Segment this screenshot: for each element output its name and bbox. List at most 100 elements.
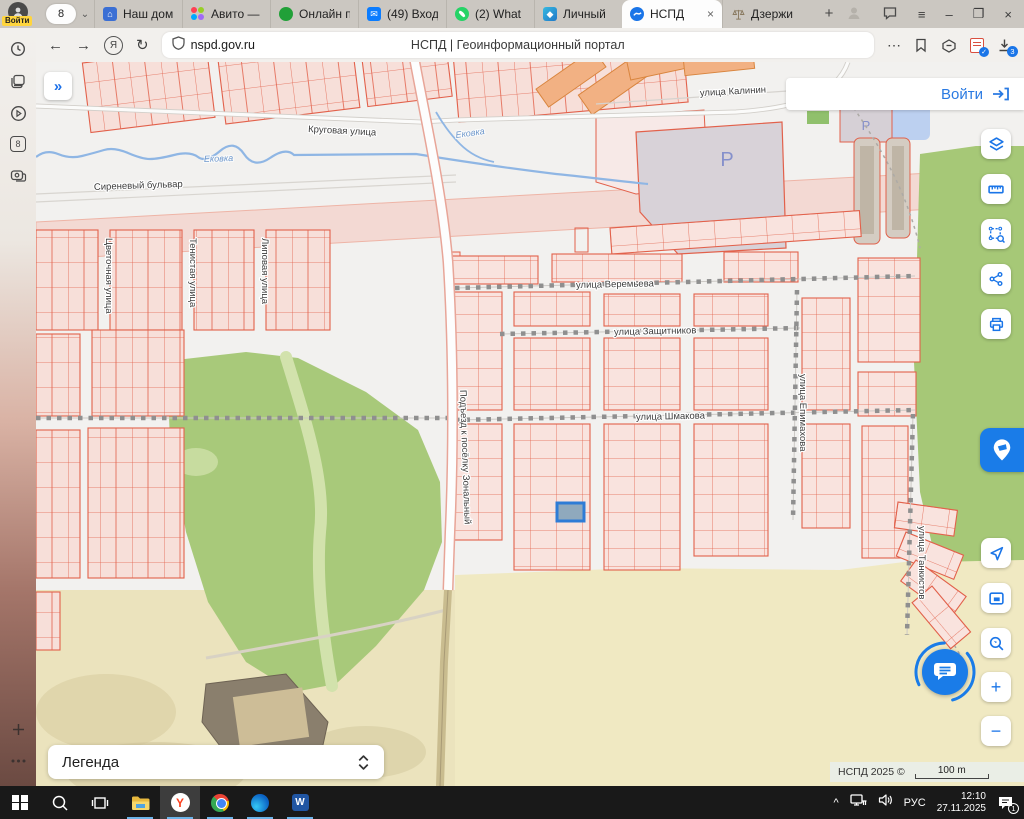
bookmark-icon[interactable] [914, 38, 928, 53]
area-search-icon [988, 226, 1005, 243]
avito-icon [191, 7, 205, 21]
window-close-button[interactable]: × [1004, 7, 1012, 22]
task-view-icon [91, 795, 109, 811]
tab-avito[interactable]: Авито — [182, 0, 270, 28]
history-icon[interactable] [9, 40, 27, 58]
new-tab-button[interactable]: + [816, 1, 842, 27]
video-icon[interactable] [9, 104, 27, 122]
zoom-to-area-button[interactable] [981, 628, 1011, 658]
tab-lichny[interactable]: ◆ Личный [534, 0, 622, 28]
support-chat[interactable] [913, 640, 977, 704]
system-tray: ^ РУС 12:10 27.11.2025 1 [833, 791, 1024, 814]
profile-login-badge: Войти [2, 16, 32, 26]
expand-panel-button[interactable]: » [44, 72, 72, 100]
taskbar-clock[interactable]: 12:10 27.11.2025 [937, 791, 986, 814]
print-button[interactable] [981, 309, 1011, 339]
nspd-icon [630, 7, 644, 21]
area-search-button[interactable] [981, 219, 1011, 249]
extension-icon[interactable]: ✓ [970, 38, 984, 53]
street-epimakhova: улица Епимахова [797, 374, 808, 452]
browser-sidebar: 8 [0, 28, 36, 786]
sidebar-more-icon[interactable] [9, 752, 27, 770]
draw-panel-tab[interactable] [980, 428, 1024, 472]
edge-button[interactable] [240, 786, 280, 819]
word-icon: W [292, 794, 309, 811]
sidebar-tabs-badge[interactable]: 8 [10, 136, 26, 152]
plus-icon: + [991, 677, 1002, 698]
tab-counter[interactable]: 8 [46, 4, 76, 24]
map-login-bar[interactable]: Войти [786, 78, 1024, 110]
ruler-button[interactable] [981, 174, 1011, 204]
magnifier-area-icon [988, 635, 1005, 652]
layers-button[interactable] [981, 129, 1011, 159]
window-minimize-button[interactable]: – [946, 7, 953, 22]
attribution-text: НСПД 2025 © [838, 766, 905, 778]
network-icon[interactable] [850, 793, 867, 812]
back-button[interactable]: ← [48, 38, 63, 53]
services-icon[interactable] [9, 72, 27, 90]
map-canvas[interactable]: Р Р [36, 62, 1024, 786]
page-title: НСПД | Геоинформационный портал [411, 38, 625, 52]
language-indicator[interactable]: РУС [904, 797, 926, 809]
legend-bar[interactable]: Легенда [48, 745, 384, 779]
locate-button[interactable] [981, 538, 1011, 568]
taskbar-time: 12:10 [937, 791, 986, 803]
collections-icon[interactable] [941, 38, 957, 53]
zoom-out-button[interactable]: − [981, 716, 1011, 746]
task-view-button[interactable] [80, 786, 120, 819]
legend-expand-icon [357, 754, 370, 771]
overview-frame-button[interactable] [981, 583, 1011, 613]
window-restore-button[interactable]: ❐ [973, 6, 985, 22]
tab-list-chevron-icon[interactable]: ⌄ [76, 9, 94, 20]
start-button[interactable] [0, 786, 40, 819]
tab-label: (2) What [475, 7, 526, 21]
chat-button[interactable] [922, 649, 968, 695]
yandex-browser-button[interactable]: Y [160, 786, 200, 819]
browser-menu-icon[interactable]: ≡ [918, 7, 926, 22]
sidebar-add-icon[interactable] [9, 720, 27, 738]
street-zashchitnikov: улица Защитников [614, 325, 697, 338]
minus-icon: − [991, 721, 1002, 742]
share-button[interactable] [981, 264, 1011, 294]
tab-nspd-active[interactable]: НСПД × [622, 0, 722, 28]
windows-logo-icon [12, 795, 28, 811]
chrome-button[interactable] [200, 786, 240, 819]
browser-chat-icon[interactable] [882, 5, 898, 24]
tab-dzerzhinsky[interactable]: Дзержи [722, 0, 810, 28]
tab-whatsapp[interactable]: (2) What [446, 0, 534, 28]
refresh-button[interactable]: ↻ [136, 38, 149, 53]
browser-avatar-icon[interactable] [846, 5, 862, 24]
word-button[interactable]: W [280, 786, 320, 819]
notification-center-button[interactable]: 1 [997, 795, 1014, 810]
street-veremyeva: улица Веремьева [576, 278, 655, 291]
scales-icon [731, 7, 745, 21]
downloads-icon[interactable]: 3 [997, 38, 1012, 53]
whatsapp-icon [455, 7, 469, 21]
tab-close-icon[interactable]: × [707, 7, 714, 21]
taskbar-search-button[interactable] [40, 786, 80, 819]
site-security-shield-icon[interactable] [172, 36, 185, 55]
nash-dom-icon: ⌂ [103, 7, 117, 21]
yandex-home-button[interactable]: Я [104, 36, 123, 55]
river-label: Ековка [204, 153, 234, 164]
file-explorer-button[interactable] [120, 786, 160, 819]
forward-button[interactable]: → [76, 38, 91, 53]
browser-profile[interactable]: Войти [0, 0, 38, 28]
scale-bar: 100 m [915, 765, 989, 779]
address-bar[interactable]: nspd.gov.ru НСПД | Геоинформационный пор… [162, 32, 874, 58]
tab-mail[interactable]: ✉ (49) Вход [358, 0, 446, 28]
volume-icon[interactable] [878, 793, 893, 812]
street-shmakova: улица Шмакова [636, 411, 706, 423]
tray-expand-icon[interactable]: ^ [833, 797, 838, 809]
chrome-icon [211, 794, 229, 812]
lichny-icon: ◆ [543, 7, 557, 21]
street-tsvetochnaya: Цветочная улица [103, 238, 114, 314]
map-attribution: НСПД 2025 © 100 m [830, 762, 1024, 782]
screenshot-icon[interactable] [9, 166, 27, 184]
zoom-in-button[interactable]: + [981, 672, 1011, 702]
explorer-icon [131, 795, 150, 811]
more-actions-icon[interactable]: ⋯ [887, 37, 901, 54]
tab-nash-dom[interactable]: ⌂ Наш дом [94, 0, 182, 28]
selected-parcel[interactable] [557, 503, 584, 521]
tab-online[interactable]: Онлайн п [270, 0, 358, 28]
